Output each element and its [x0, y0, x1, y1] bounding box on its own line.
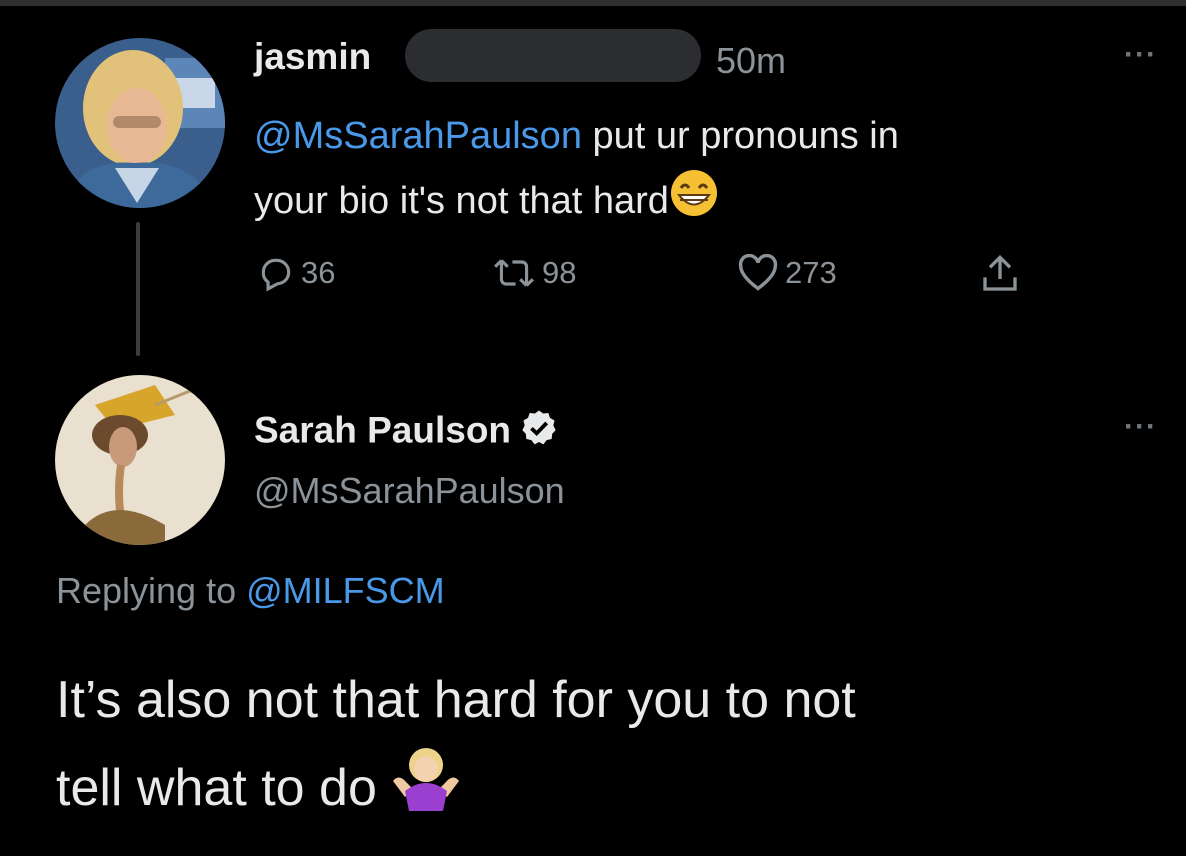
tweet-text-line1: put ur pronouns in: [581, 115, 899, 157]
tweet-author-name[interactable]: jasmin: [254, 36, 371, 78]
top-border: [0, 0, 1186, 6]
tweet-text-line2: your bio it's not that hard: [254, 180, 669, 223]
retweet-action[interactable]: 98: [492, 254, 576, 292]
reply-author-handle[interactable]: @MsSarahPaulson: [254, 470, 565, 512]
share-action[interactable]: [980, 252, 1026, 296]
tweet-thread: jasmin 50m ··· @MsSarahPaulson put ur pr…: [0, 0, 1186, 856]
like-action[interactable]: 273: [737, 254, 837, 292]
replying-to-line: Replying to @MILFSCM: [56, 570, 445, 612]
reply-count: 36: [301, 255, 336, 290]
reply-text: It’s also not that hard for you to not t…: [56, 656, 1166, 838]
reply-text-line1: It’s also not that hard for you to not: [56, 671, 856, 729]
reply-action[interactable]: 36: [257, 254, 335, 292]
thread-connector: [136, 222, 140, 356]
reply-author-name[interactable]: Sarah Paulson: [254, 408, 559, 457]
retweet-count: 98: [542, 255, 577, 290]
retweet-icon: [492, 254, 542, 292]
reply-author-name-text: Sarah Paulson: [254, 409, 512, 451]
heart-icon: [737, 254, 785, 292]
verified-badge-icon: [519, 408, 559, 457]
tweet-text: @MsSarahPaulson put ur pronouns in your …: [254, 104, 1154, 238]
grinning-face-emoji-icon: [669, 168, 719, 238]
reply-icon: [257, 254, 301, 292]
share-icon: [980, 252, 1026, 296]
tweet-mention-link[interactable]: @MsSarahPaulson: [254, 115, 582, 157]
tweet-timestamp[interactable]: 50m: [716, 40, 786, 82]
replying-to-handle-link[interactable]: @MILFSCM: [246, 570, 445, 611]
person-shrugging-emoji-icon: [391, 745, 461, 838]
redacted-handle: [405, 29, 701, 82]
reply-text-line2: tell what to do: [56, 759, 377, 817]
sarah-paulson-avatar[interactable]: [55, 375, 225, 545]
reply-more-button[interactable]: ···: [1124, 410, 1157, 444]
jasmin-avatar[interactable]: [55, 38, 225, 208]
like-count: 273: [785, 255, 837, 290]
tweet-more-button[interactable]: ···: [1124, 38, 1157, 72]
replying-to-prefix: Replying to: [56, 570, 247, 611]
